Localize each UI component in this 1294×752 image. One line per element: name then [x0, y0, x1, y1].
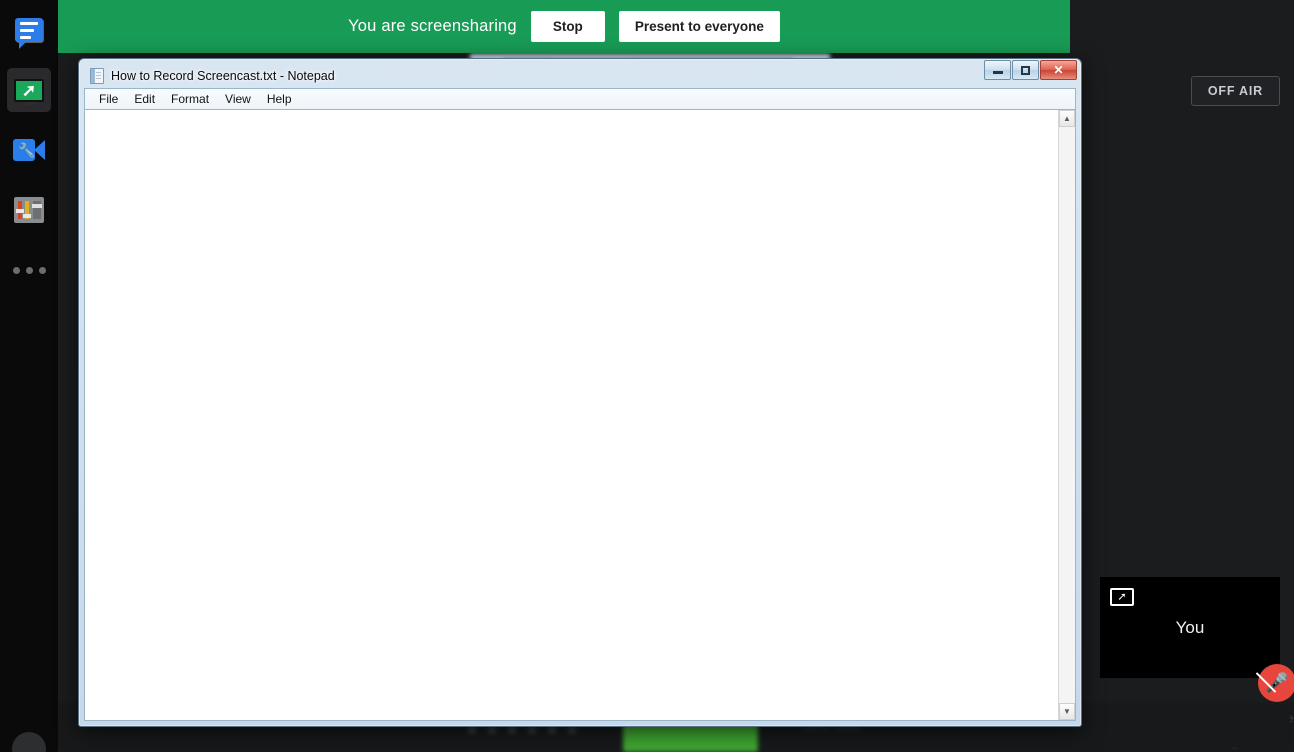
- sidebar-item-screenshare[interactable]: ➚: [7, 68, 51, 112]
- minimize-icon: [992, 71, 1003, 74]
- mixer-icon: [14, 197, 44, 223]
- sidebar-item-chat[interactable]: [7, 8, 51, 52]
- screenshare-icon: ➚: [14, 78, 44, 105]
- chat-bubble-icon: [15, 18, 43, 49]
- screenshare-banner: You are screensharing Stop Present to ev…: [58, 0, 1070, 53]
- notepad-window-controls: ✕: [984, 60, 1077, 80]
- mic-muted-icon[interactable]: 🎤: [1255, 664, 1294, 702]
- notepad-vertical-scrollbar[interactable]: ▲ ▼: [1058, 110, 1075, 720]
- scrollbar-track[interactable]: [1059, 127, 1075, 703]
- sidebar-item-more-options[interactable]: [7, 248, 51, 292]
- self-view-label: You: [1175, 617, 1205, 637]
- notepad-document-icon: [90, 67, 104, 84]
- notepad-titlebar[interactable]: How to Record Screencast.txt - Notepad ✕: [84, 60, 1077, 88]
- sidebar-item-camera-settings[interactable]: 🔧: [7, 128, 51, 172]
- screenshare-message: You are screensharing: [348, 17, 517, 35]
- menu-item-help[interactable]: Help: [259, 90, 300, 108]
- maximize-button[interactable]: [1012, 60, 1039, 80]
- left-icon-rail: ➚ 🔧: [0, 0, 58, 752]
- camera-wrench-icon: 🔧: [13, 139, 45, 161]
- notepad-canvas: ▲ ▼: [84, 109, 1076, 721]
- bottom-scene-dots: [468, 726, 576, 734]
- present-to-everyone-button[interactable]: Present to everyone: [618, 11, 780, 42]
- stop-sharing-button[interactable]: Stop: [530, 11, 605, 42]
- menu-item-file[interactable]: File: [91, 90, 126, 108]
- notepad-window[interactable]: How to Record Screencast.txt - Notepad ✕…: [78, 58, 1082, 727]
- off-air-badge: OFF AIR: [1190, 76, 1280, 106]
- scroll-down-arrow-icon[interactable]: ▼: [1059, 703, 1075, 720]
- screen-root: OFF AIR OFF AIR ➚ You 🎤 First Screencast…: [0, 0, 1294, 752]
- self-view-panel[interactable]: ➚ You 🎤: [1100, 577, 1294, 702]
- minimize-button[interactable]: [984, 60, 1011, 80]
- sidebar-item-audio-mixer[interactable]: [7, 188, 51, 232]
- more-dots-icon: [12, 266, 46, 274]
- menu-item-format[interactable]: Format: [163, 90, 217, 108]
- scroll-up-arrow-icon[interactable]: ▲: [1059, 110, 1075, 127]
- notepad-menubar: File Edit Format View Help: [84, 88, 1076, 109]
- menu-item-view[interactable]: View: [217, 90, 259, 108]
- notepad-text-area[interactable]: [85, 110, 1058, 720]
- menu-item-edit[interactable]: Edit: [126, 90, 163, 108]
- notepad-title: How to Record Screencast.txt - Notepad: [111, 68, 335, 83]
- close-button[interactable]: ✕: [1040, 60, 1077, 80]
- maximize-icon: [1021, 65, 1030, 75]
